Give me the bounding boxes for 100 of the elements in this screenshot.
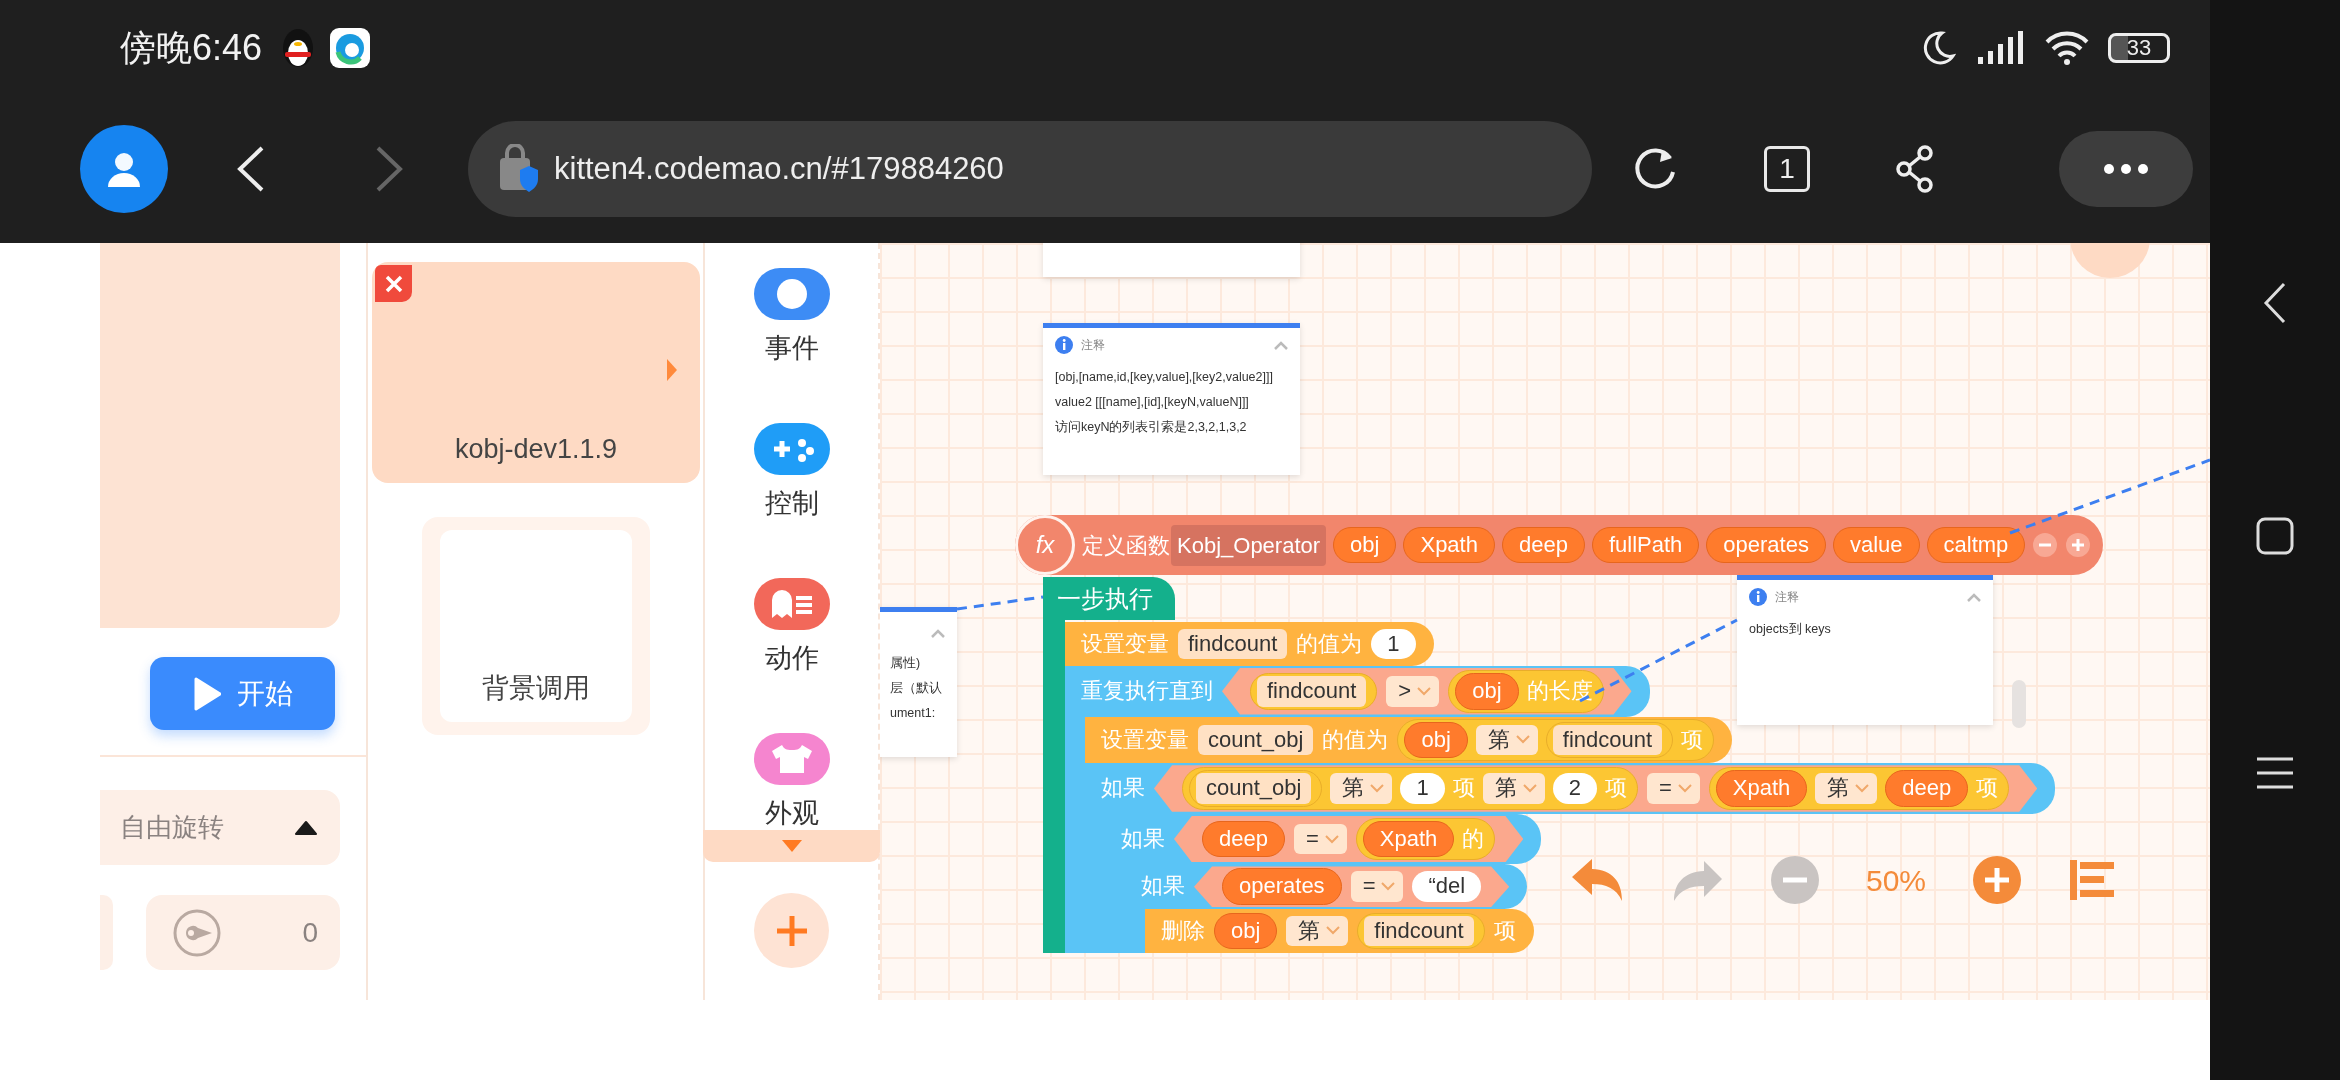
comment-title: 注释: [1081, 337, 1105, 354]
sprite-name: kobj-dev1.1.9: [454, 433, 618, 464]
plus-icon[interactable]: [2065, 532, 2092, 558]
more-icon: [2103, 163, 2149, 175]
share-icon[interactable]: [1895, 145, 1935, 193]
caret-icon: [1324, 834, 1339, 844]
scroll-down-button[interactable]: [703, 830, 880, 862]
zoom-out-icon[interactable]: [1770, 855, 1820, 905]
shirt-icon[interactable]: [753, 733, 830, 785]
input-field[interactable]: [100, 895, 113, 970]
dropdown-field[interactable]: =: [1293, 823, 1347, 855]
comment-card[interactable]: 注释 objects到 keys: [1737, 575, 1993, 725]
condition-block[interactable]: operates = “del: [1194, 866, 1510, 907]
block-label: 项: [1681, 725, 1704, 754]
compass-icon: [172, 907, 222, 958]
play-icon: [192, 676, 221, 711]
tab-count-button[interactable]: 1: [1764, 146, 1810, 192]
chevron-up-icon[interactable]: [1274, 340, 1288, 350]
block-label: 项: [1452, 774, 1475, 803]
reporter-block[interactable]: findcount: [1357, 912, 1485, 950]
comment-text: 访问keyN的列表引索是2,3,2,1,3,2: [1055, 420, 1248, 435]
sprite-card[interactable]: kobj-dev1.1.9: [372, 262, 700, 483]
home-icon[interactable]: [2255, 516, 2295, 556]
reporter-block[interactable]: findcount: [1545, 721, 1674, 759]
block-label: 重复执行直到: [1081, 677, 1213, 705]
dropdown-field[interactable]: =: [1646, 773, 1700, 804]
reporter-block[interactable]: count_obj: [1189, 770, 1323, 807]
variable-field[interactable]: count_obj: [1198, 724, 1314, 756]
dropdown-field[interactable]: 第: [1475, 724, 1538, 756]
delete-block[interactable]: 删除 obj 第 findcount 项: [1145, 908, 1534, 953]
variable-field[interactable]: findcount: [1257, 676, 1367, 707]
dropdown-field[interactable]: 第: [1286, 915, 1349, 947]
number-input[interactable]: 1: [1371, 628, 1416, 660]
variable-field[interactable]: count_obj: [1196, 773, 1312, 804]
zoom-in-icon[interactable]: [1972, 855, 2023, 905]
caret-down-icon: [780, 839, 803, 853]
number-input[interactable]: 2: [1552, 773, 1597, 804]
block-label: 如果: [1101, 774, 1145, 803]
dropdown-field[interactable]: 第: [1330, 773, 1393, 804]
block-label: 项: [1604, 774, 1627, 803]
if-block[interactable]: 如果 deep = Xpath 的: [1105, 813, 1542, 865]
text-input[interactable]: “del: [1412, 871, 1482, 902]
dropdown-field[interactable]: >: [1386, 676, 1440, 707]
dropdown-field[interactable]: =: [1350, 871, 1404, 902]
variable-field[interactable]: findcount: [1552, 724, 1663, 756]
block-label: 设置变量: [1081, 629, 1169, 658]
reporter-block[interactable]: findcount: [1250, 673, 1378, 710]
plus-icon: [774, 913, 809, 948]
chevron-up-icon[interactable]: [931, 628, 945, 638]
battery-indicator: 33: [2108, 32, 2170, 63]
set-variable-block[interactable]: 设置变量 findcount 的值为 1: [1065, 622, 1434, 666]
address-bar[interactable]: kitten4.codemao.cn/#179884260: [468, 121, 1592, 217]
block-label: 的值为: [1322, 725, 1389, 754]
variable-field[interactable]: findcount: [1364, 915, 1474, 947]
reload-icon[interactable]: [1632, 146, 1678, 192]
comment-text: [obj,[name,id,[key,value],[key2,value2]]]: [1055, 370, 1274, 385]
condition-block[interactable]: deep = Xpath 的: [1174, 815, 1524, 863]
if-block[interactable]: 如果 operates = “del: [1125, 864, 1528, 909]
block-label: 定义函数: [1082, 531, 1170, 560]
info-icon: [1055, 336, 1073, 354]
category-label[interactable]: 控制: [764, 483, 819, 524]
block-label: 删除: [1161, 916, 1205, 945]
if-block[interactable]: 如果 count_obj 第 1 项 第 2 项 = Xpath 第 deep 项: [1085, 763, 2056, 814]
minus-icon[interactable]: [2032, 532, 2059, 558]
block-label: 设置变量: [1101, 725, 1189, 754]
ghost-icon[interactable]: [753, 578, 830, 630]
close-button[interactable]: [375, 265, 412, 302]
comment-text: 属性): [890, 656, 922, 671]
scrollbar-thumb[interactable]: [2012, 680, 2026, 728]
background-card[interactable]: 背景调用: [422, 517, 650, 735]
reporter-block[interactable]: obj 第 findcount 项: [1397, 718, 1715, 762]
variable-field[interactable]: findcount: [1178, 628, 1288, 660]
number-input[interactable]: 1: [1400, 773, 1445, 804]
category-label[interactable]: 外观: [764, 793, 819, 830]
toggle-icon[interactable]: [753, 268, 830, 320]
block-label: 项: [1493, 916, 1516, 945]
gamepad-icon[interactable]: [753, 423, 830, 475]
caret-up-icon: [294, 819, 318, 836]
condition-block[interactable]: count_obj 第 1 项 第 2 项 = Xpath 第 deep 项: [1154, 765, 2038, 812]
dropdown-field[interactable]: 第: [1482, 773, 1545, 804]
block-label: 如果: [1141, 872, 1185, 901]
condition-block[interactable]: findcount > obj 的长度: [1222, 668, 1632, 715]
block-label: 项: [1976, 774, 1999, 803]
repeat-block[interactable]: 重复执行直到 findcount > obj 的长度: [1065, 666, 1650, 717]
comment-card[interactable]: 注释 [obj,[name,id,[key,value],[key2,value2]]] value2 [[[name],[id],[keyN,valueN]]] 访问keyN的列表引索是2,3,2,1,3,2: [1043, 323, 1300, 475]
caret-icon: [1522, 784, 1537, 793]
caret-right-icon: [666, 358, 678, 382]
wifi-icon: [2044, 29, 2090, 66]
category-label[interactable]: 动作: [764, 638, 819, 679]
block-label: 的值为: [1296, 629, 1363, 658]
menu-icon[interactable]: [2255, 756, 2295, 790]
reporter-block[interactable]: Xpath 第 deep 项: [1708, 767, 2010, 810]
comment-text: value2 [[[name],[id],[keyN,valueN]]]: [1055, 395, 1250, 410]
dropdown-field[interactable]: 第: [1815, 773, 1878, 804]
reporter-block[interactable]: count_obj 第 1 项 第 2 项: [1182, 767, 1638, 810]
comment-card[interactable]: 属性) 层（默认 ument1:: [880, 607, 957, 757]
chevron-up-icon[interactable]: [1967, 592, 1981, 602]
set-variable-block[interactable]: 设置变量 count_obj 的值为 obj 第 findcount 项: [1085, 716, 1733, 764]
category-label[interactable]: 事件: [764, 328, 819, 369]
function-badge: fx: [1015, 515, 1075, 575]
